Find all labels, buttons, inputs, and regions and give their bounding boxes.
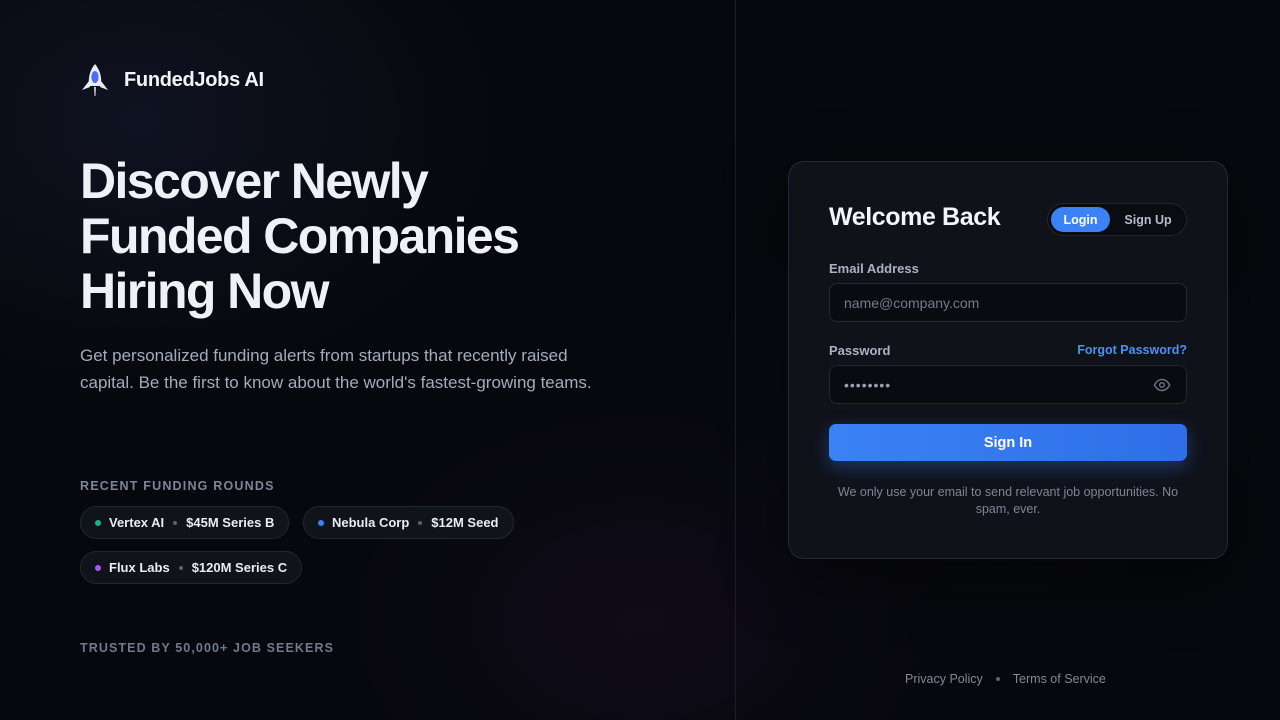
funding-company: Nebula Corp (332, 515, 410, 530)
status-dot (95, 564, 101, 571)
funding-amount: $45M Series B (186, 515, 275, 530)
email-label: Email Address (829, 261, 919, 276)
footer-links: Privacy Policy Terms of Service (905, 672, 1106, 686)
separator-dot (173, 520, 178, 525)
email-field[interactable] (829, 283, 1187, 322)
trusted-by-text: TRUSTED BY 50,000+ JOB SEEKERS (80, 641, 335, 655)
brand[interactable]: FundedJobs AI (80, 62, 264, 98)
panel-divider (735, 0, 736, 720)
sign-in-button[interactable]: Sign In (829, 424, 1187, 461)
funding-company: Flux Labs (109, 560, 170, 575)
status-dot (95, 519, 101, 526)
tab-signup[interactable]: Sign Up (1114, 207, 1182, 232)
login-card: Welcome Back Login Sign Up Email Address… (788, 161, 1228, 559)
password-field[interactable] (829, 365, 1187, 404)
funding-chip: Nebula Corp $12M Seed (303, 506, 514, 539)
card-title: Welcome Back (829, 203, 1001, 231)
auth-mode-toggle: Login Sign Up (1047, 203, 1187, 236)
funding-chip: Flux Labs $120M Series C (80, 551, 303, 584)
password-label: Password (829, 343, 891, 358)
funding-company: Vertex AI (109, 515, 165, 530)
funding-chip: Vertex AI $45M Series B (80, 506, 290, 539)
separator-dot (995, 677, 1000, 681)
separator-dot (418, 520, 423, 525)
separator-dot (178, 565, 183, 570)
funding-rounds-label: RECENT FUNDING ROUNDS (80, 479, 275, 493)
forgot-password-link[interactable]: Forgot Password? (1077, 343, 1187, 357)
privacy-disclaimer: We only use your email to send relevant … (837, 485, 1179, 516)
funding-amount: $120M Series C (191, 560, 288, 575)
terms-of-service-link[interactable]: Terms of Service (1013, 672, 1106, 686)
funding-amount: $12M Seed (431, 515, 499, 530)
privacy-policy-link[interactable]: Privacy Policy (905, 672, 983, 686)
rocket-icon (82, 64, 108, 96)
brand-name: FundedJobs AI (124, 68, 264, 91)
hero-title-line: Funded Companies (80, 208, 520, 264)
hero-title-line: Discover Newly (80, 153, 429, 209)
hero-subtitle: Get personalized funding alerts from sta… (80, 346, 592, 392)
hero-title-line: Hiring Now (80, 263, 329, 319)
tab-login[interactable]: Login (1051, 207, 1110, 232)
status-dot (318, 519, 324, 526)
eye-icon[interactable] (1153, 376, 1171, 394)
hero-title: Discover Newly Funded Companies Hiring N… (80, 154, 640, 319)
